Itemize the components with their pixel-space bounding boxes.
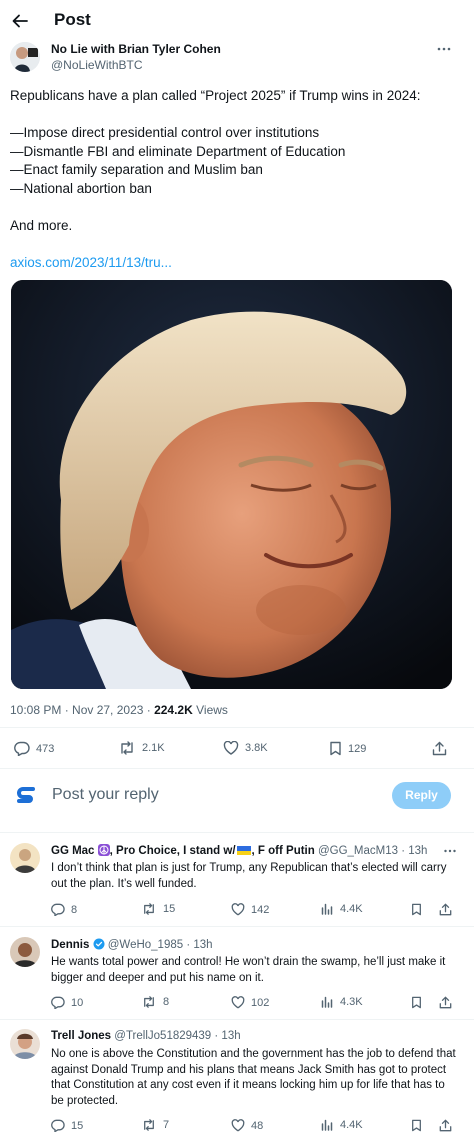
reply-icon [14, 741, 30, 756]
like-icon [231, 903, 245, 916]
like-count: 102 [251, 996, 270, 1009]
more-icon[interactable] [436, 44, 452, 54]
reply-action[interactable]: 10 [51, 996, 83, 1009]
author-name[interactable]: No Lie with Brian Tyler Cohen [51, 42, 221, 56]
views-action[interactable]: 4.4K [321, 903, 363, 915]
repost-icon [141, 1119, 157, 1131]
views-action[interactable]: 4.3K [321, 996, 363, 1008]
reply-author-name[interactable]: Dennis [51, 939, 89, 951]
views-count: 4.4K [340, 903, 363, 915]
author-handle[interactable]: @NoLieWithBTC [51, 58, 143, 72]
reply-text: I don’t think that plan is just for Trum… [51, 862, 447, 890]
like-count: 48 [251, 1119, 264, 1132]
divider [0, 727, 474, 728]
repost-icon [141, 903, 157, 915]
like-icon [231, 996, 245, 1009]
repost-count: 2.1K [142, 742, 165, 754]
post-link[interactable]: axios.com/2023/11/13/tru... [10, 255, 172, 270]
reply-header: Dennis @WeHo_1985 · 13h [51, 938, 213, 951]
views-count: 4.4K [340, 1119, 363, 1131]
reply-avatar[interactable] [10, 1029, 40, 1059]
reply-avatar[interactable] [10, 843, 40, 873]
verified-badge-icon [93, 938, 105, 950]
bookmark-icon [329, 741, 342, 756]
reply-count: 15 [71, 1119, 84, 1132]
like-action[interactable]: 3.8K [223, 741, 268, 755]
views-count: 224.2K [154, 703, 193, 717]
header-bar: Post [0, 0, 474, 42]
reply-count: 10 [71, 996, 84, 1009]
bookmark-icon[interactable] [411, 996, 422, 1009]
views-icon [321, 903, 334, 915]
reply-input[interactable]: Post your reply [52, 786, 159, 804]
like-action[interactable]: 48 [231, 1119, 263, 1132]
views-icon [321, 996, 334, 1008]
like-icon [223, 741, 239, 755]
back-arrow-icon[interactable] [10, 11, 30, 31]
repost-count: 7 [163, 1119, 170, 1131]
repost-icon [141, 996, 157, 1008]
repost-action[interactable]: 7 [141, 1119, 169, 1131]
reply-header: Trell Jones @TrellJo51829439 · 13h [51, 1030, 241, 1042]
divider [0, 926, 474, 927]
page-title: Post [54, 10, 91, 29]
views-action[interactable]: 4.4K [321, 1119, 363, 1131]
peace-symbol-icon [97, 844, 110, 856]
like-action[interactable]: 142 [231, 903, 269, 916]
post-timestamp: 10:08 PM · Nov 27, 2023 · 224.2K Views [10, 703, 228, 717]
reply-author-name-part[interactable]: , Pro Choice, I stand w/ [110, 845, 236, 857]
like-action[interactable]: 102 [231, 996, 269, 1009]
reply-button[interactable]: Reply [392, 782, 451, 809]
share-icon[interactable] [432, 741, 447, 756]
repost-action[interactable]: 15 [141, 903, 175, 915]
user-avatar-icon [14, 785, 38, 807]
reply-icon [51, 1119, 65, 1132]
reply-count: 473 [36, 742, 55, 755]
reply-avatar[interactable] [10, 937, 40, 967]
reply-action[interactable]: 473 [14, 741, 54, 756]
like-count: 142 [251, 903, 270, 916]
post-text: Republicans have a plan called “Project … [10, 88, 421, 233]
like-count: 3.8K [245, 742, 268, 754]
divider [0, 832, 474, 833]
reply-header: GG Mac , Pro Choice, I stand w/ , F off P… [51, 844, 427, 857]
reply-handle-time[interactable]: @WeHo_1985 · 13h [105, 939, 213, 951]
like-icon [231, 1119, 245, 1132]
views-label: Views [192, 703, 228, 717]
reply-author-name-part[interactable]: , F off Putin [252, 845, 315, 857]
reply-icon [51, 996, 65, 1009]
bookmark-icon[interactable] [411, 903, 422, 916]
divider [0, 1019, 474, 1020]
reply-action[interactable]: 8 [51, 903, 77, 916]
reply-count: 8 [71, 903, 78, 916]
reply-handle-time[interactable]: @GG_MacM13 · 13h [315, 845, 427, 857]
repost-count: 15 [163, 903, 176, 915]
ukraine-flag-icon [236, 846, 251, 855]
views-count: 4.3K [340, 996, 363, 1008]
post-time: 10:08 PM · Nov 27, 2023 · [10, 703, 155, 717]
post-image[interactable] [11, 280, 452, 689]
repost-action[interactable]: 2.1K [118, 741, 165, 755]
reply-text: He wants total power and control! He won… [51, 956, 446, 984]
share-icon[interactable] [439, 1119, 452, 1132]
reply-author-name[interactable]: GG Mac [51, 845, 98, 857]
bookmark-action[interactable]: 129 [329, 741, 366, 756]
repost-action[interactable]: 8 [141, 996, 169, 1008]
more-icon[interactable] [443, 846, 457, 856]
author-avatar[interactable] [10, 42, 40, 72]
share-icon[interactable] [439, 996, 452, 1009]
reply-action[interactable]: 15 [51, 1119, 83, 1132]
reply-text: No one is above the Constitution and the… [51, 1048, 456, 1107]
reply-icon [51, 903, 65, 916]
views-icon [321, 1119, 334, 1131]
repost-icon [118, 741, 136, 755]
reply-handle-time[interactable]: @TrellJo51829439 · 13h [111, 1030, 240, 1042]
divider [0, 768, 474, 769]
share-icon[interactable] [439, 903, 452, 916]
repost-count: 8 [163, 996, 170, 1008]
bookmark-count: 129 [348, 742, 367, 755]
reply-author-name[interactable]: Trell Jones [51, 1030, 111, 1042]
bookmark-icon[interactable] [411, 1119, 422, 1132]
